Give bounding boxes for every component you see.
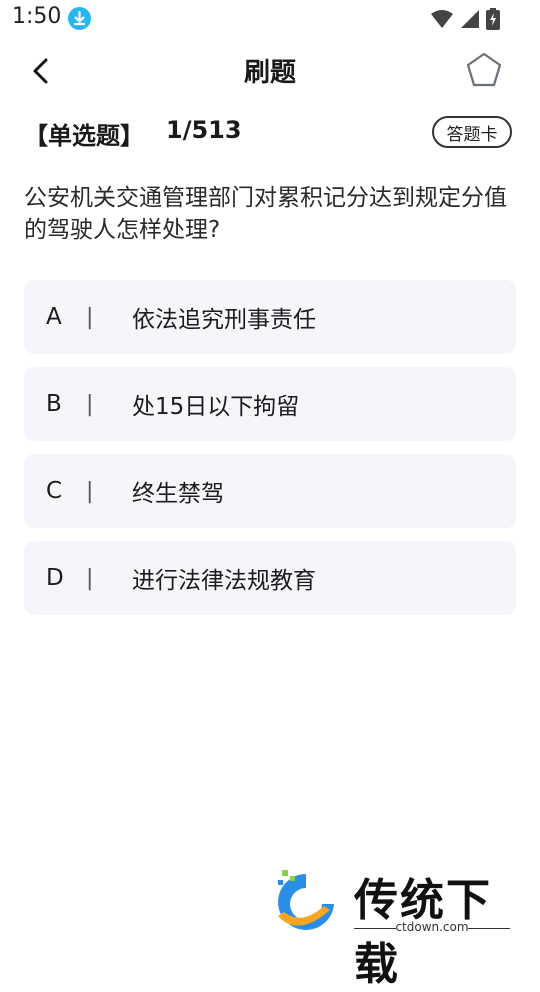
option-text: 处15日以下拘留 [132, 394, 300, 420]
option-d[interactable]: D | 进行法律法规教育 [24, 541, 516, 615]
option-separator: | [86, 478, 94, 504]
option-b[interactable]: B | 处15日以下拘留 [24, 367, 516, 441]
option-text: 进行法律法规教育 [132, 568, 316, 594]
option-letter: A [46, 304, 62, 330]
question-text: 公安机关交通管理部门对累积记分达到规定分值的驾驶人怎样处理? [24, 185, 507, 243]
watermark-logo-icon [278, 870, 334, 930]
option-letter: B [46, 391, 62, 417]
battery-icon [486, 8, 500, 34]
status-bar: 1:50 [0, 0, 540, 38]
option-letter: C [46, 478, 63, 504]
option-text: 依法追究刑事责任 [132, 307, 316, 333]
option-separator: | [86, 304, 94, 330]
page-title: 刷题 [243, 58, 296, 88]
star-icon [466, 52, 502, 87]
answer-card-button[interactable]: 答题卡 [432, 116, 512, 148]
status-time: 1:50 [12, 4, 62, 29]
download-icon [68, 7, 91, 30]
question-type-label: 【单选题】 [24, 122, 144, 150]
option-a[interactable]: A | 依法追究刑事责任 [24, 280, 516, 354]
option-separator: | [86, 565, 94, 591]
question-info-row: 【单选题】 1/513 答题卡 [0, 112, 540, 156]
signal-icon [460, 9, 480, 33]
watermark: 传统下载 ctdown.com [268, 862, 518, 989]
option-text: 终生禁驾 [132, 481, 224, 507]
favorite-button[interactable] [464, 50, 504, 90]
watermark-domain: ctdown.com [395, 920, 469, 934]
status-indicators [430, 8, 500, 34]
options-list: A | 依法追究刑事责任 B | 处15日以下拘留 C | 终生禁驾 D | 进… [24, 280, 516, 628]
watermark-divider-right [468, 928, 510, 929]
option-separator: | [86, 391, 94, 417]
option-letter: D [46, 565, 64, 591]
top-nav-bar: 刷题 [0, 40, 540, 100]
question-progress: 1/513 [166, 116, 242, 144]
option-c[interactable]: C | 终生禁驾 [24, 454, 516, 528]
wifi-icon [430, 9, 454, 33]
